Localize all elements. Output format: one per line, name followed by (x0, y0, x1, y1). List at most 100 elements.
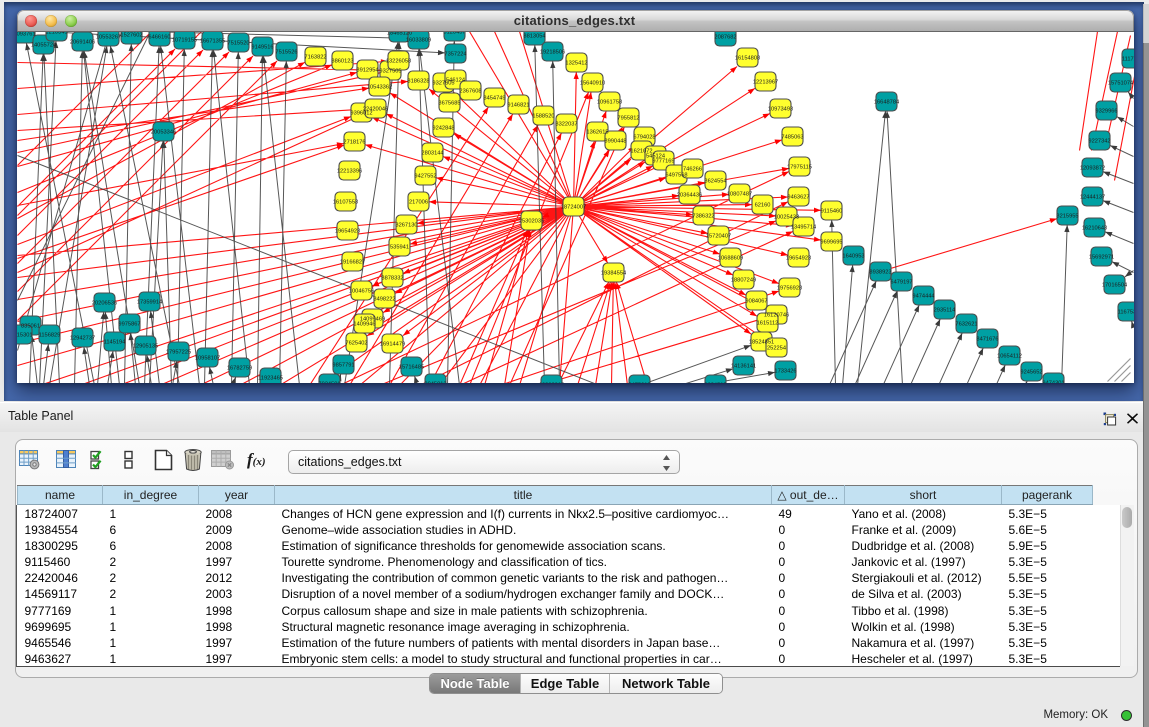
svg-text:10688609: 10688609 (718, 256, 743, 262)
svg-text:6497568: 6497568 (665, 173, 687, 179)
svg-text:11923465: 11923465 (258, 376, 283, 382)
svg-text:10961758: 10961758 (597, 100, 622, 106)
svg-text:1210345: 1210345 (45, 32, 67, 36)
svg-text:14136141: 14136141 (731, 364, 756, 370)
svg-text:9227342: 9227342 (1088, 139, 1110, 145)
svg-text:8471676: 8471676 (976, 337, 998, 343)
svg-text:19384554: 19384554 (601, 271, 626, 277)
svg-text:17957225: 17957225 (166, 350, 191, 356)
svg-text:7924501: 7924501 (318, 382, 340, 383)
svg-text:10654112: 10654112 (997, 354, 1022, 360)
svg-text:20364436: 20364436 (677, 193, 702, 199)
svg-text:12093872: 12093872 (1080, 166, 1105, 172)
svg-text:12444137: 12444137 (1080, 195, 1105, 201)
svg-text:6479197: 6479197 (890, 280, 912, 286)
svg-text:2935114: 2935114 (934, 308, 956, 314)
svg-text:10553267: 10553267 (96, 35, 121, 41)
svg-text:3498222: 3498222 (373, 297, 395, 303)
svg-text:9245652: 9245652 (1020, 370, 1042, 376)
svg-text:19166827: 19166827 (340, 260, 365, 266)
svg-text:15692971: 15692971 (1089, 255, 1114, 261)
svg-text:546124: 546124 (446, 78, 465, 84)
svg-text:9327505: 9327505 (379, 69, 401, 75)
svg-text:1325412: 1325412 (565, 61, 587, 67)
svg-text:19756928: 19756928 (777, 286, 802, 292)
svg-text:2087682: 2087682 (714, 35, 736, 41)
svg-text:15640910: 15640910 (580, 81, 605, 87)
svg-text:1167533: 1167533 (1118, 310, 1134, 316)
svg-text:13226058: 13226058 (386, 59, 411, 65)
svg-text:9242848: 9242848 (432, 126, 454, 132)
svg-text:9777169: 9777169 (652, 159, 674, 165)
svg-text:1409946: 1409946 (353, 322, 375, 328)
svg-text:20691406: 20691406 (70, 40, 95, 46)
svg-text:9149516: 9149516 (251, 45, 273, 51)
svg-text:1145194: 1145194 (104, 340, 126, 346)
svg-text:62160: 62160 (755, 203, 771, 209)
svg-text:18724007: 18724007 (561, 205, 586, 211)
svg-text:14055724: 14055724 (31, 43, 56, 49)
svg-text:16210643: 16210643 (1082, 226, 1107, 232)
svg-text:18465120: 18465120 (387, 32, 412, 37)
svg-text:7485063: 7485063 (781, 135, 803, 141)
svg-text:9474444: 9474444 (912, 294, 934, 300)
svg-text:13495714: 13495714 (791, 225, 816, 231)
svg-text:10973493: 10973493 (768, 107, 793, 113)
svg-text:835061: 835061 (21, 324, 40, 330)
svg-text:16154808: 16154808 (735, 56, 760, 62)
svg-text:1640953: 1640953 (842, 254, 864, 260)
svg-text:8912954: 8912954 (356, 68, 378, 74)
svg-text:19654923: 19654923 (786, 256, 811, 262)
svg-text:17975115: 17975115 (787, 165, 812, 171)
svg-text:3624554: 3624554 (704, 179, 726, 185)
svg-text:2803144: 2803144 (421, 151, 443, 157)
svg-text:1527602: 1527602 (120, 33, 142, 39)
svg-text:8813054: 8813054 (523, 34, 545, 40)
svg-text:1117203: 1117203 (1122, 57, 1134, 63)
svg-text:9463627: 9463627 (787, 195, 809, 201)
svg-text:9146821: 9146821 (507, 103, 529, 109)
svg-text:12213396: 12213396 (337, 169, 362, 175)
svg-text:7357224: 7357224 (444, 52, 466, 58)
svg-text:8186328: 8186328 (407, 79, 429, 85)
svg-text:6794028: 6794028 (633, 135, 655, 141)
svg-text:7632621: 7632621 (955, 322, 977, 328)
svg-text:3215955: 3215955 (1056, 214, 1078, 220)
svg-text:9115460: 9115460 (821, 209, 843, 215)
svg-text:1615112: 1615112 (757, 321, 779, 327)
svg-text:3915301: 3915301 (17, 333, 33, 339)
svg-text:6466160: 6466160 (148, 35, 170, 41)
svg-text:12905135: 12905135 (133, 344, 158, 350)
svg-text:10543362: 10543362 (367, 85, 392, 91)
svg-text:15720407: 15720407 (706, 234, 731, 240)
svg-text:10719155: 10719155 (172, 38, 197, 44)
svg-text:16671355: 16671355 (200, 39, 225, 45)
svg-text:252254: 252254 (767, 346, 786, 352)
svg-text:7625402: 7625402 (345, 341, 367, 347)
svg-text:10046756: 10046756 (349, 289, 374, 295)
svg-text:17359914: 17359914 (137, 300, 162, 306)
svg-text:8938923: 8938923 (869, 270, 891, 276)
svg-text:10958107: 10958107 (195, 356, 220, 362)
svg-text:2945012: 2945012 (424, 382, 446, 383)
svg-text:20206536: 20206536 (92, 301, 117, 307)
svg-text:15751074: 15751074 (1108, 81, 1133, 87)
svg-text:5120457: 5120457 (443, 32, 465, 36)
svg-text:7163822: 7163822 (304, 55, 326, 61)
svg-text:16107553: 16107553 (333, 200, 358, 206)
svg-text:2367608: 2367608 (459, 89, 481, 95)
svg-text:8990448: 8990448 (604, 139, 626, 145)
svg-text:15716485: 15716485 (399, 365, 424, 371)
svg-text:1588520: 1588520 (532, 114, 554, 120)
svg-text:19218506: 19218506 (540, 50, 565, 56)
svg-text:16120746: 16120746 (764, 313, 789, 319)
svg-text:1156829: 1156829 (39, 333, 61, 339)
svg-text:16648784: 16648784 (874, 100, 899, 106)
svg-text:25302035: 25302035 (519, 219, 544, 225)
svg-text:8454749: 8454749 (483, 96, 505, 102)
svg-text:3267130: 3267130 (395, 223, 417, 229)
svg-text:18807249: 18807249 (731, 278, 756, 284)
svg-text:3675685: 3675685 (438, 101, 460, 107)
svg-text:16914479: 16914479 (380, 342, 405, 348)
svg-text:1362615: 1362615 (586, 130, 608, 136)
